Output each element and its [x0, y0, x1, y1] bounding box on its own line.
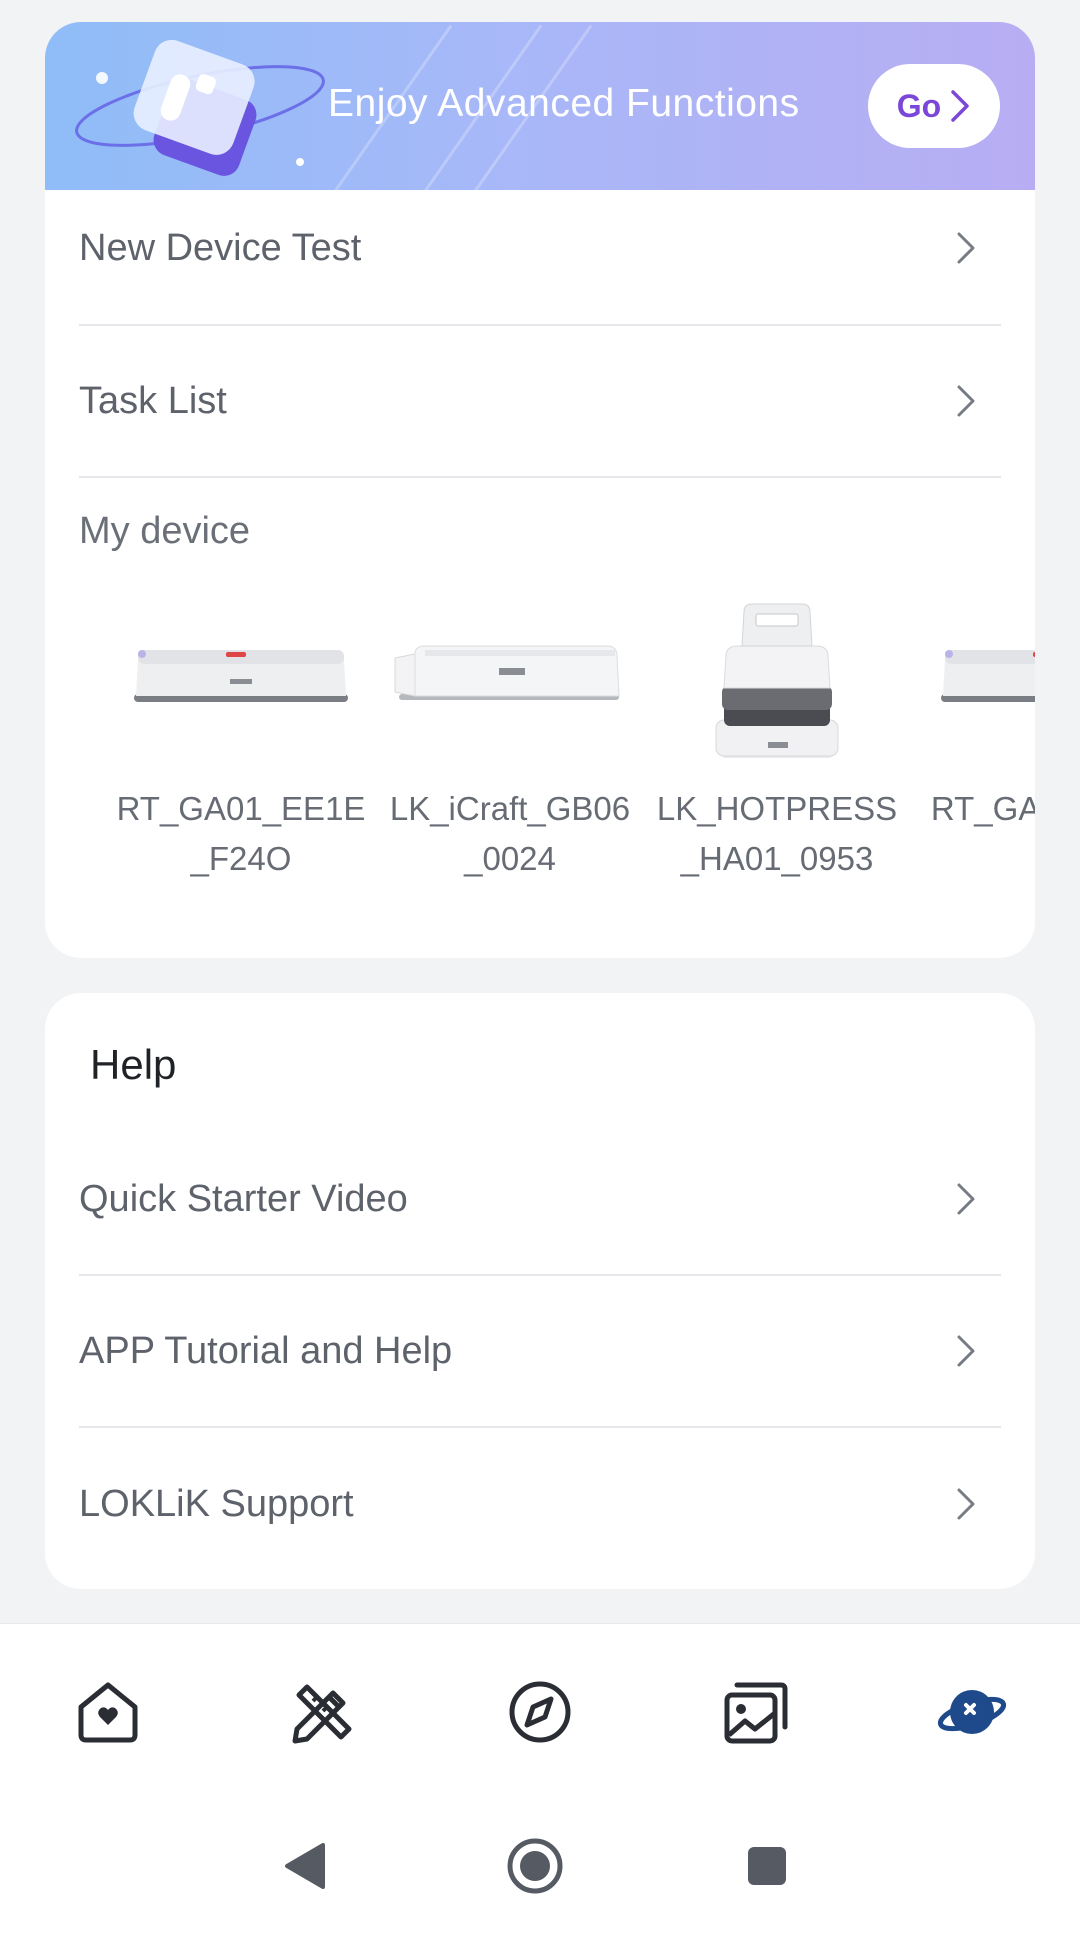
cutter-device-image	[134, 650, 348, 702]
cutter-device-image	[941, 650, 1035, 702]
tab-planet[interactable]	[937, 1677, 1007, 1747]
banner-text: Enjoy Advanced Functions	[328, 82, 800, 125]
back-icon[interactable]	[283, 1841, 327, 1891]
row-label: Quick Starter Video	[79, 1177, 408, 1220]
settings-card: Enjoy Advanced Functions Go New Device T…	[45, 22, 1035, 958]
quick-starter-video-row[interactable]: Quick Starter Video	[79, 1124, 1001, 1276]
row-label: LOKLiK Support	[79, 1482, 354, 1525]
device-item[interactable]: LK_iCraft_GB06_0024	[385, 602, 635, 884]
chevron-right-icon	[957, 1335, 975, 1367]
task-list-row[interactable]: Task List	[79, 326, 1001, 478]
system-nav-bar	[0, 1793, 1080, 1935]
home-icon	[78, 1682, 138, 1743]
row-label: APP Tutorial and Help	[79, 1329, 453, 1372]
my-device-title: My device	[79, 510, 251, 552]
row-label: New Device Test	[79, 226, 362, 269]
bottom-tab-bar	[0, 1623, 1080, 1794]
help-title: Help	[90, 1041, 177, 1088]
go-button[interactable]: Go	[868, 64, 1000, 148]
heat-press-device-image	[715, 603, 839, 758]
compass-icon	[509, 1681, 571, 1743]
row-label: Task List	[79, 379, 227, 422]
recents-icon[interactable]	[746, 1845, 788, 1887]
planet-icon	[937, 1690, 1007, 1734]
chevron-right-icon	[957, 1183, 975, 1215]
tab-discover[interactable]	[505, 1677, 575, 1747]
new-device-test-row[interactable]: New Device Test	[79, 172, 1001, 326]
device-item[interactable]: RT_GA01_EE1E_F24O	[116, 602, 366, 884]
loklik-support-row[interactable]: LOKLiK Support	[79, 1428, 1001, 1580]
app-tutorial-row[interactable]: APP Tutorial and Help	[79, 1276, 1001, 1428]
design-icon	[292, 1684, 352, 1744]
chevron-right-icon	[957, 385, 975, 417]
chevron-right-icon	[957, 232, 975, 264]
tab-home[interactable]	[73, 1677, 143, 1747]
chevron-right-icon	[951, 90, 969, 122]
diamond-orbit-icon	[75, 39, 325, 176]
cutter-device-image	[394, 645, 620, 700]
device-name: LK_iCraft_GB06_0024	[389, 790, 631, 877]
device-name: RT_GA01_EE1E_F24O	[116, 790, 366, 877]
help-card: Help Quick Starter Video APP Tutorial an…	[45, 993, 1035, 1589]
device-name: LK_HOTPRESS_HA01_0953	[656, 790, 898, 877]
device-name: RT_GA01C_BCT	[930, 790, 1035, 827]
chevron-right-icon	[957, 1488, 975, 1520]
gallery-icon	[724, 1682, 788, 1744]
home-circle-icon[interactable]	[506, 1837, 564, 1895]
tab-design[interactable]	[289, 1677, 359, 1747]
advanced-functions-banner[interactable]: Enjoy Advanced Functions Go	[45, 22, 1035, 190]
go-label: Go	[896, 87, 942, 124]
device-carousel[interactable]: RT_GA01_EE1E_F24O LK_iCraft_GB06_0024 LK…	[45, 602, 1035, 902]
device-item[interactable]: RT_GA01C_BCT	[923, 602, 1035, 884]
device-item[interactable]: LK_HOTPRESS_HA01_0953	[652, 602, 902, 884]
tab-gallery[interactable]	[721, 1677, 791, 1747]
